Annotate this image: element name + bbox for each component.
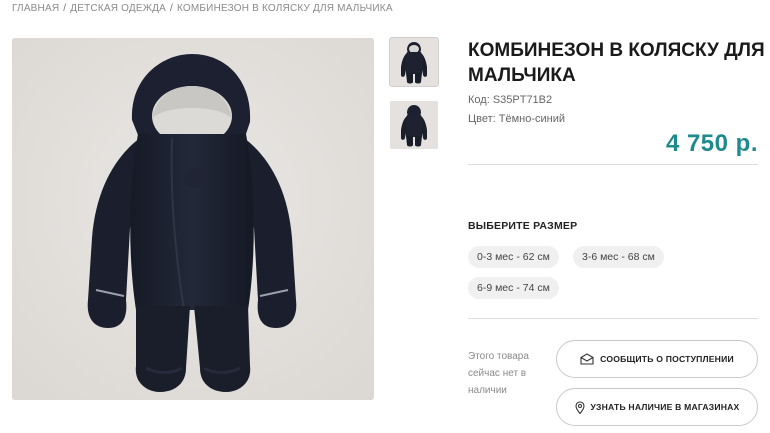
envelope-icon	[580, 353, 594, 365]
product-main-image[interactable]	[12, 38, 374, 400]
out-of-stock-note: Этого товара сейчас нет в наличии	[468, 351, 529, 396]
stores-button-label: УЗНАТЬ НАЛИЧИЕ В МАГАЗИНАХ	[590, 402, 740, 412]
breadcrumb-current: КОМБИНЕЗОН В КОЛЯСКУ ДЛЯ МАЛЬЧИКА	[177, 3, 393, 14]
notify-button-label: СООБЩИТЬ О ПОСТУПЛЕНИИ	[600, 354, 734, 364]
breadcrumb-separator: /	[170, 3, 173, 14]
size-heading: ВЫБЕРИТЕ РАЗМЕР	[468, 220, 578, 232]
size-option-3-6[interactable]: 3-6 мес - 68 см	[573, 246, 664, 268]
product-color: Цвет: Тёмно-синий	[468, 113, 566, 125]
snowsuit-back-thumbnail	[390, 101, 438, 149]
breadcrumb-kids-clothing[interactable]: ДЕТСКАЯ ОДЕЖДА	[70, 3, 166, 14]
divider	[468, 318, 758, 319]
breadcrumb-home[interactable]: ГЛАВНАЯ	[12, 3, 59, 14]
snowsuit-photo	[12, 38, 374, 400]
divider	[468, 164, 758, 165]
product-thumbnail-front[interactable]	[389, 37, 439, 87]
breadcrumb-separator: /	[63, 3, 67, 14]
map-pin-icon	[574, 400, 585, 414]
size-option-6-9[interactable]: 6-9 мес - 74 см	[468, 277, 559, 299]
breadcrumb: ГЛАВНАЯ / ДЕТСКАЯ ОДЕЖДА / КОМБИНЕЗОН В КОЛЯ…	[12, 3, 393, 14]
size-option-0-3[interactable]: 0-3 мес - 62 см	[468, 246, 559, 268]
snowsuit-front-thumbnail	[390, 38, 438, 86]
check-store-availability-button[interactable]: УЗНАТЬ НАЛИЧИЕ В МАГАЗИНАХ	[556, 388, 758, 426]
product-thumbnail-back[interactable]	[390, 101, 438, 149]
product-title: КОМБИНЕЗОН В КОЛЯСКУ ДЛЯ МАЛЬЧИКА	[468, 40, 765, 86]
product-code: Код: S35PT71B2	[468, 94, 553, 106]
product-price: 4 750 р.	[665, 130, 758, 157]
notify-when-available-button[interactable]: СООБЩИТЬ О ПОСТУПЛЕНИИ	[556, 340, 758, 378]
